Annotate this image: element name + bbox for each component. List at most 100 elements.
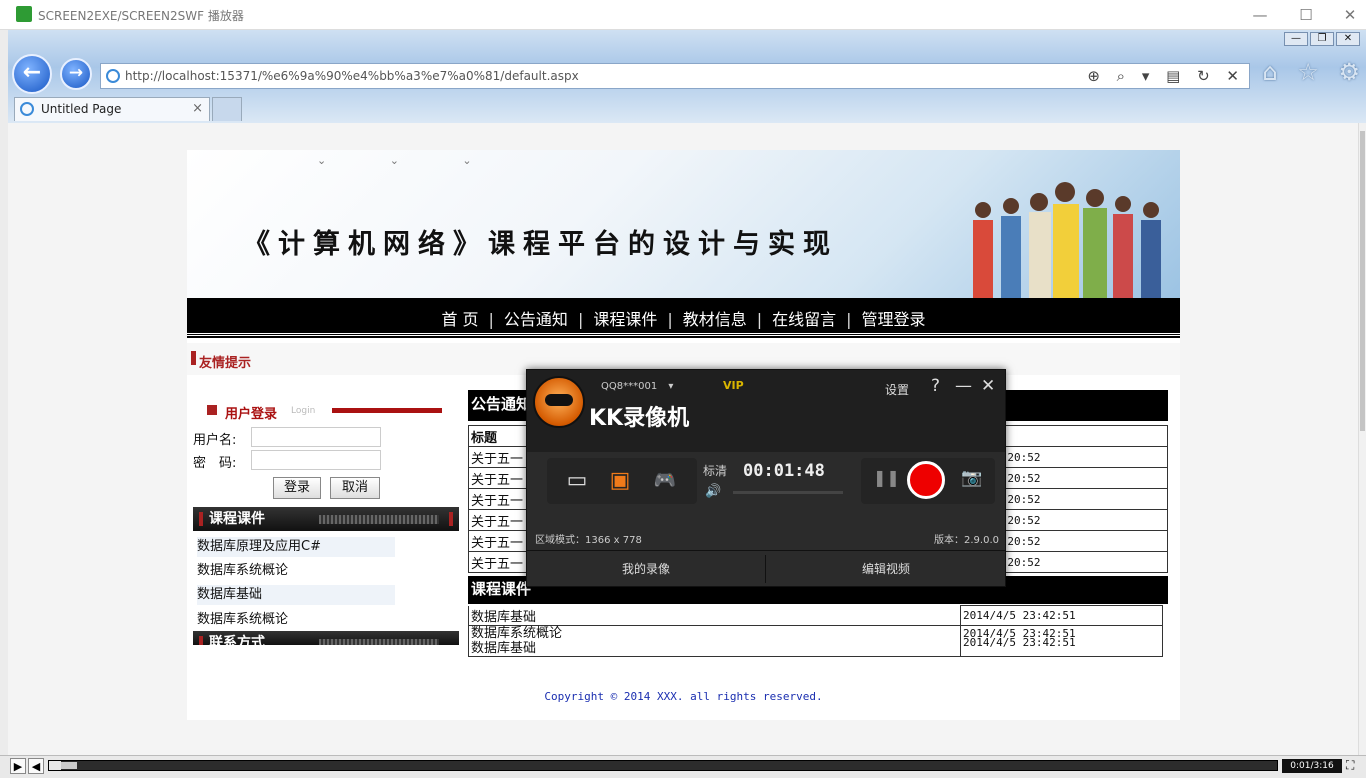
password-input[interactable] (251, 450, 381, 470)
table-row[interactable]: 数据库基础 2014/4/5 23:42:51 (468, 605, 1163, 626)
kk-account[interactable]: QQ8***001 ▾ (601, 381, 673, 392)
courseware-table: 数据库基础 2014/4/5 23:42:51 数据库系统概论 数据库基础 2014/… (468, 605, 1163, 657)
cell-time: 2014/4/5 23:42:51 2014/4/5 23:42:51 (960, 624, 1163, 657)
login-header-en: Login (291, 406, 316, 416)
cancel-button[interactable]: 取消 (330, 477, 380, 499)
browser-restore-button[interactable]: ❐ (1310, 32, 1334, 46)
kk-account-name: QQ8***001 (601, 381, 658, 392)
kk-recorder-window: QQ8***001 ▾ VIP KK录像机 设置 ? — ✕ ▭ ▣ 🎮 标清 … (526, 369, 1006, 587)
table-row[interactable]: 数据库系统概论 数据库基础 2014/4/5 23:42:51 2014/4/5 23… (468, 624, 1163, 657)
main-menu: 首 页 | 公告通知 | 课程课件 | 教材信息 | 在线留言 | 管理登录 (187, 298, 1180, 336)
menu-item-messages[interactable]: 在线留言 (772, 310, 836, 329)
ie-tab-icon (20, 102, 34, 116)
record-button[interactable] (907, 461, 945, 499)
player-window-title: SCREEN2EXE/SCREEN2SWF 播放器 (38, 9, 244, 23)
screen-mode-icon[interactable]: ▭ (557, 461, 597, 501)
kk-mode-group: ▭ ▣ 🎮 (547, 458, 697, 504)
courseware-item[interactable]: 数据库原理及应用C# (197, 537, 395, 557)
kk-version: 版本：2.9.0.0 (934, 535, 999, 546)
kk-vip-badge: VIP (723, 379, 744, 392)
kk-quality[interactable]: 标清 (703, 462, 727, 479)
menu-item-textbooks[interactable]: 教材信息 (683, 310, 747, 329)
browser-window-controls: — ❐ ✕ (1282, 32, 1360, 46)
pause-icon[interactable]: ❚❚ (873, 468, 900, 487)
login-button[interactable]: 登录 (273, 477, 321, 499)
browser-minimize-button[interactable]: — (1284, 32, 1308, 46)
contact-side-title: 联系方式 (209, 635, 265, 645)
cell-title[interactable]: 数据库系统概论 数据库基础 (468, 624, 961, 657)
notice-label: 友情提示 (199, 356, 252, 371)
playback-time: 0:01/3:16 (1282, 759, 1342, 773)
courseware-item[interactable]: 数据库系统概论 (197, 561, 395, 581)
menu-item-notices[interactable]: 公告通知 (504, 310, 568, 329)
play-button[interactable]: ▶ (10, 758, 26, 774)
header-marker-icon (199, 512, 203, 526)
fullscreen-icon[interactable]: ⛶ (1346, 758, 1354, 773)
copyright-text: Copyright © 2014 XXX. all rights reserve… (544, 690, 823, 703)
menu-sep: | (756, 310, 763, 329)
cell-title-text: 数据库系统概论 (471, 625, 563, 641)
area-mode-icon[interactable]: ▣ (600, 461, 640, 501)
playback-seek-bar[interactable] (48, 760, 1278, 771)
playback-control-bar: ▶ ◀ 0:01/3:16 ⛶ (0, 755, 1366, 778)
back-button[interactable]: ← (12, 54, 52, 94)
menu-sep: | (846, 310, 852, 329)
site-banner: ⌄ ⌄ ⌄ 《计算机网络》课程平台的设计与实现 (187, 150, 1180, 298)
kk-minimize-button[interactable]: — (955, 376, 972, 396)
page-scrollbar[interactable] (1358, 123, 1366, 755)
contact-side-header: 联系方式 (193, 631, 459, 645)
volume-icon[interactable]: 🔊 (705, 484, 721, 499)
username-input[interactable] (251, 427, 381, 447)
login-header-line (332, 408, 442, 413)
kk-close-button[interactable]: ✕ (981, 376, 995, 396)
player-logo-icon (16, 6, 32, 22)
courseware-side-title: 课程课件 (209, 511, 265, 527)
menu-sep: | (577, 310, 584, 329)
menu-item-home[interactable]: 首 页 (441, 310, 478, 329)
seek-thumb[interactable] (61, 762, 77, 769)
forward-button[interactable]: → (60, 58, 92, 90)
students-photo (973, 182, 1161, 298)
browser-toolbar-icons[interactable]: ⌂ ☆ ⚙ (1262, 58, 1366, 86)
scrollbar-thumb[interactable] (1360, 131, 1365, 431)
player-title-bar: SCREEN2EXE/SCREEN2SWF 播放器 — ☐ ✕ (0, 0, 1366, 30)
header-marker-icon (199, 636, 203, 645)
maximize-button[interactable]: ☐ (1296, 5, 1316, 25)
login-header: 用户登录 (225, 407, 278, 422)
courseware-side-header: 课程课件 (193, 507, 459, 531)
minimize-button[interactable]: — (1250, 5, 1270, 25)
address-url[interactable]: http://localhost:15371/%e6%9a%90%e4%bb%a… (125, 69, 579, 83)
menu-item-admin-login[interactable]: 管理登录 (862, 310, 926, 329)
ie-page-icon (106, 69, 120, 83)
notice-marker-icon (191, 351, 196, 365)
cell-title[interactable]: 数据库基础 (468, 605, 961, 626)
navigation-row: ← → http://localhost:15371/%e6%9a%90%e4%… (8, 54, 1366, 96)
birds-decoration: ⌄ ⌄ ⌄ (317, 154, 502, 167)
browser-close-button[interactable]: ✕ (1336, 32, 1360, 46)
browser-chrome: — ❐ ✕ ← → http://localhost:15371/%e6%9a%90… (8, 30, 1366, 123)
address-tools-icons[interactable]: ⊕ ⌕ ▾ ▤ ↻ ✕ (1087, 67, 1245, 85)
address-bar[interactable]: http://localhost:15371/%e6%9a%90%e4%bb%a… (100, 63, 1250, 89)
menu-sep: | (667, 310, 673, 329)
volume-slider[interactable] (733, 491, 843, 494)
courseware-item[interactable]: 数据库基础 (197, 585, 395, 605)
close-button[interactable]: ✕ (1340, 5, 1360, 25)
menu-items: 首 页 | 公告通知 | 课程课件 | 教材信息 | 在线留言 | 管理登录 (187, 306, 1180, 330)
header-hatch (319, 515, 439, 524)
header-marker-icon (449, 512, 453, 526)
chevron-down-icon[interactable]: ▾ (668, 381, 673, 392)
my-recordings-button[interactable]: 我的录像 (527, 551, 765, 587)
site-title: 《计算机网络》课程平台的设计与实现 (243, 229, 838, 260)
courseware-item[interactable]: 数据库系统概论 (197, 610, 395, 630)
tab-untitled-page[interactable]: Untitled Page × (14, 97, 210, 121)
playback-progress (49, 761, 62, 770)
mute-button[interactable]: ◀ (28, 758, 44, 774)
edit-video-button[interactable]: 编辑视频 (767, 551, 1005, 587)
kk-settings-link[interactable]: 设置 (885, 381, 909, 398)
new-tab-button[interactable] (212, 97, 242, 121)
game-mode-icon[interactable]: 🎮 (645, 461, 685, 501)
menu-item-courseware[interactable]: 课程课件 (593, 310, 657, 329)
kk-help-icon[interactable]: ? (931, 376, 940, 396)
camera-icon[interactable]: 📷 (961, 468, 982, 488)
tab-close-icon[interactable]: × (192, 101, 203, 116)
